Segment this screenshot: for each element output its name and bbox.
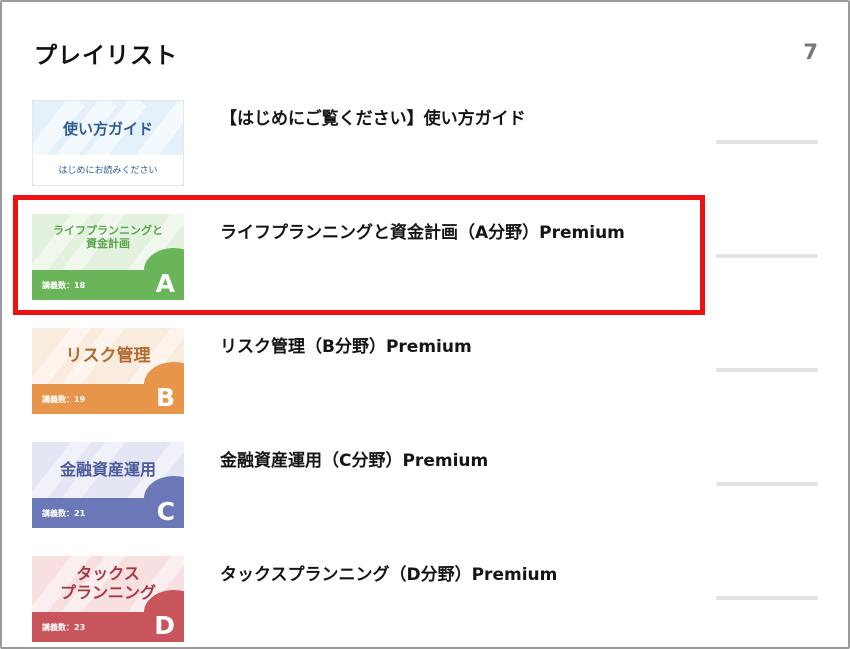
category-letter: D [154,611,175,640]
category-letter: B [155,383,175,412]
thumbnail-guide: 使い方ガイド はじめにお読みください [32,100,184,186]
thumbnail-b: リスク管理 講義数：19 B [32,328,184,414]
playlist-item-guide[interactable]: 使い方ガイド はじめにお読みください 【はじめにご覧ください】使い方ガイド [32,100,822,186]
playlist-item-c[interactable]: 金融資産運用 講義数：21 C 金融資産運用（C分野）Premium [32,442,822,528]
category-letter: C [156,497,175,526]
category-letter: A [155,269,175,298]
progress-bar [716,254,818,258]
playlist-item-title[interactable]: 【はじめにご覧ください】使い方ガイド [220,104,526,129]
playlist-item-title[interactable]: リスク管理（B分野）Premium [220,332,472,357]
playlist-title: プレイリスト [34,43,178,69]
lesson-count: 講義数：18 [42,281,86,290]
progress-bar [716,482,818,486]
thumbnail-c: 金融資産運用 講義数：21 C [32,442,184,528]
lesson-count: 講義数：21 [42,509,86,518]
thumbnail-title: ライフプランニングと 資金計画 [53,224,163,251]
playlist-header: プレイリスト 7 [34,36,818,70]
lesson-count: 講義数：19 [42,395,86,404]
playlist-item-b[interactable]: リスク管理 講義数：19 B リスク管理（B分野）Premium [32,328,822,414]
playlist-item-title[interactable]: タックスプランニング（D分野）Premium [220,560,557,585]
lesson-count: 講義数：23 [42,623,86,632]
progress-bar [716,140,818,144]
playlist-item-a[interactable]: ライフプランニングと 資金計画 講義数：18 A ライフプランニングと資金計画（… [32,214,822,300]
playlist-item-title[interactable]: ライフプランニングと資金計画（A分野）Premium [220,218,625,243]
playlist-panel: プレイリスト 7 使い方ガイド はじめにお読みください 【はじめにご覧ください】… [0,0,850,649]
thumbnail-subtitle: はじめにお読みください [58,166,158,176]
thumbnail-a: ライフプランニングと 資金計画 講義数：18 A [32,214,184,300]
playlist-item-d[interactable]: タックス プランニング 講義数：23 D タックスプランニング（D分野）Prem… [32,556,822,642]
progress-bar [716,368,818,372]
thumbnail-title: 金融資産運用 [59,460,156,479]
thumbnail-d: タックス プランニング 講義数：23 D [32,556,184,642]
playlist-item-title[interactable]: 金融資産運用（C分野）Premium [220,446,488,471]
progress-bar [716,596,818,600]
thumbnail-title: 使い方ガイド [62,120,153,138]
playlist-count: 7 [803,40,818,64]
